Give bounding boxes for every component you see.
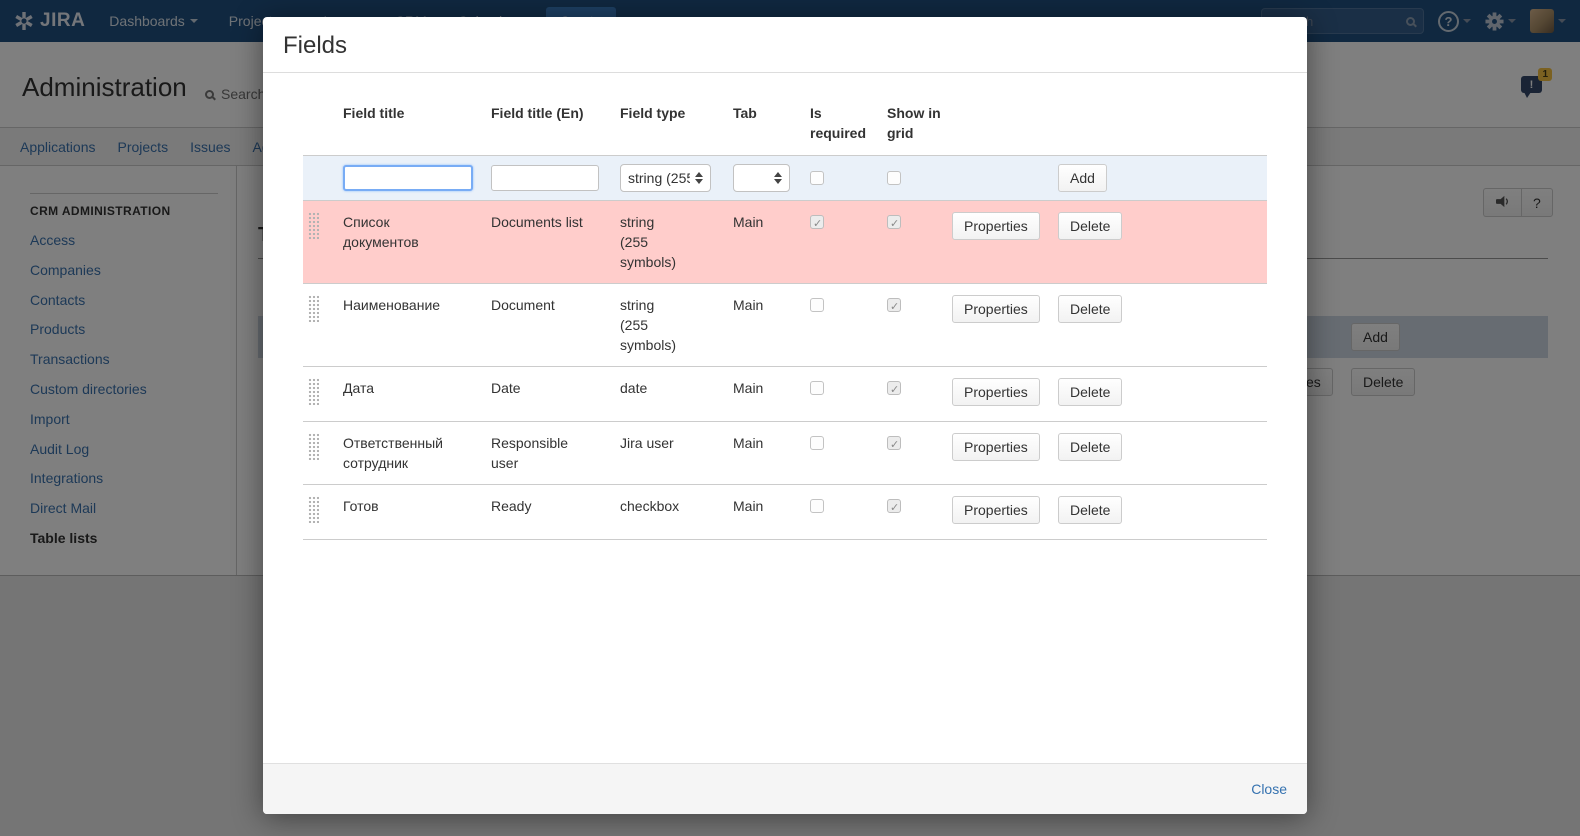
col-drag [303, 97, 343, 156]
required-checkbox[interactable] [810, 298, 824, 312]
field-row-document: Наименование Document string (255 symbol… [303, 284, 1267, 367]
new-field-title-en-input[interactable] [491, 165, 599, 191]
new-field-required-checkbox[interactable] [810, 171, 824, 185]
delete-button[interactable]: Delete [1058, 378, 1122, 406]
col-actions [1058, 97, 1267, 156]
field-row-documents-list: Список документов Documents list string … [303, 201, 1267, 284]
show-in-grid-checkbox[interactable] [887, 298, 901, 312]
table-header-row: Field title Field title (En) Field type … [303, 97, 1267, 156]
show-in-grid-checkbox[interactable] [887, 381, 901, 395]
modal-body: Field title Field title (En) Field type … [263, 73, 1307, 540]
required-checkbox[interactable] [810, 499, 824, 513]
required-checkbox[interactable] [810, 215, 824, 229]
field-row-responsible-user: Ответственный сотрудник Responsible user… [303, 422, 1267, 485]
new-field-show-in-grid-checkbox[interactable] [887, 171, 901, 185]
drag-handle-icon[interactable] [308, 295, 319, 322]
delete-button[interactable]: Delete [1058, 295, 1122, 323]
field-row-date: Дата Date date Main Properties Delete [303, 367, 1267, 422]
properties-button[interactable]: Properties [952, 378, 1040, 406]
select-spinner-icon [695, 172, 703, 184]
show-in-grid-checkbox[interactable] [887, 215, 901, 229]
add-field-row: string (255 Add [303, 156, 1267, 201]
fields-table: Field title Field title (En) Field type … [303, 97, 1267, 540]
select-spinner-icon [774, 172, 782, 184]
close-button[interactable]: Close [1251, 781, 1287, 797]
col-properties [952, 97, 1058, 156]
new-field-type-select[interactable]: string (255 [620, 164, 711, 192]
add-field-button[interactable]: Add [1058, 164, 1107, 192]
modal-header: Fields [263, 17, 1307, 73]
properties-button[interactable]: Properties [952, 496, 1040, 524]
col-show-in-grid: Show in grid [887, 97, 952, 156]
col-is-required: Is required [810, 97, 887, 156]
properties-button[interactable]: Properties [952, 295, 1040, 323]
drag-handle-icon[interactable] [308, 212, 319, 239]
modal-title: Fields [283, 32, 347, 59]
drag-handle-icon[interactable] [308, 378, 319, 405]
delete-button[interactable]: Delete [1058, 212, 1122, 240]
col-field-title: Field title [343, 97, 491, 156]
modal-footer: Close [263, 763, 1307, 814]
new-field-title-input[interactable] [343, 165, 473, 191]
col-field-type: Field type [620, 97, 733, 156]
delete-button[interactable]: Delete [1058, 496, 1122, 524]
field-row-ready: Готов Ready checkbox Main Properties Del… [303, 485, 1267, 540]
required-checkbox[interactable] [810, 381, 824, 395]
col-field-title-en: Field title (En) [491, 97, 620, 156]
properties-button[interactable]: Properties [952, 433, 1040, 461]
new-field-tab-select[interactable] [733, 164, 790, 192]
col-tab: Tab [733, 97, 810, 156]
delete-button[interactable]: Delete [1058, 433, 1122, 461]
show-in-grid-checkbox[interactable] [887, 499, 901, 513]
fields-modal: Fields Field title Field title (En) Fiel… [263, 17, 1307, 814]
properties-button[interactable]: Properties [952, 212, 1040, 240]
required-checkbox[interactable] [810, 436, 824, 450]
drag-handle-icon[interactable] [308, 433, 319, 460]
show-in-grid-checkbox[interactable] [887, 436, 901, 450]
drag-handle-icon[interactable] [308, 496, 319, 523]
